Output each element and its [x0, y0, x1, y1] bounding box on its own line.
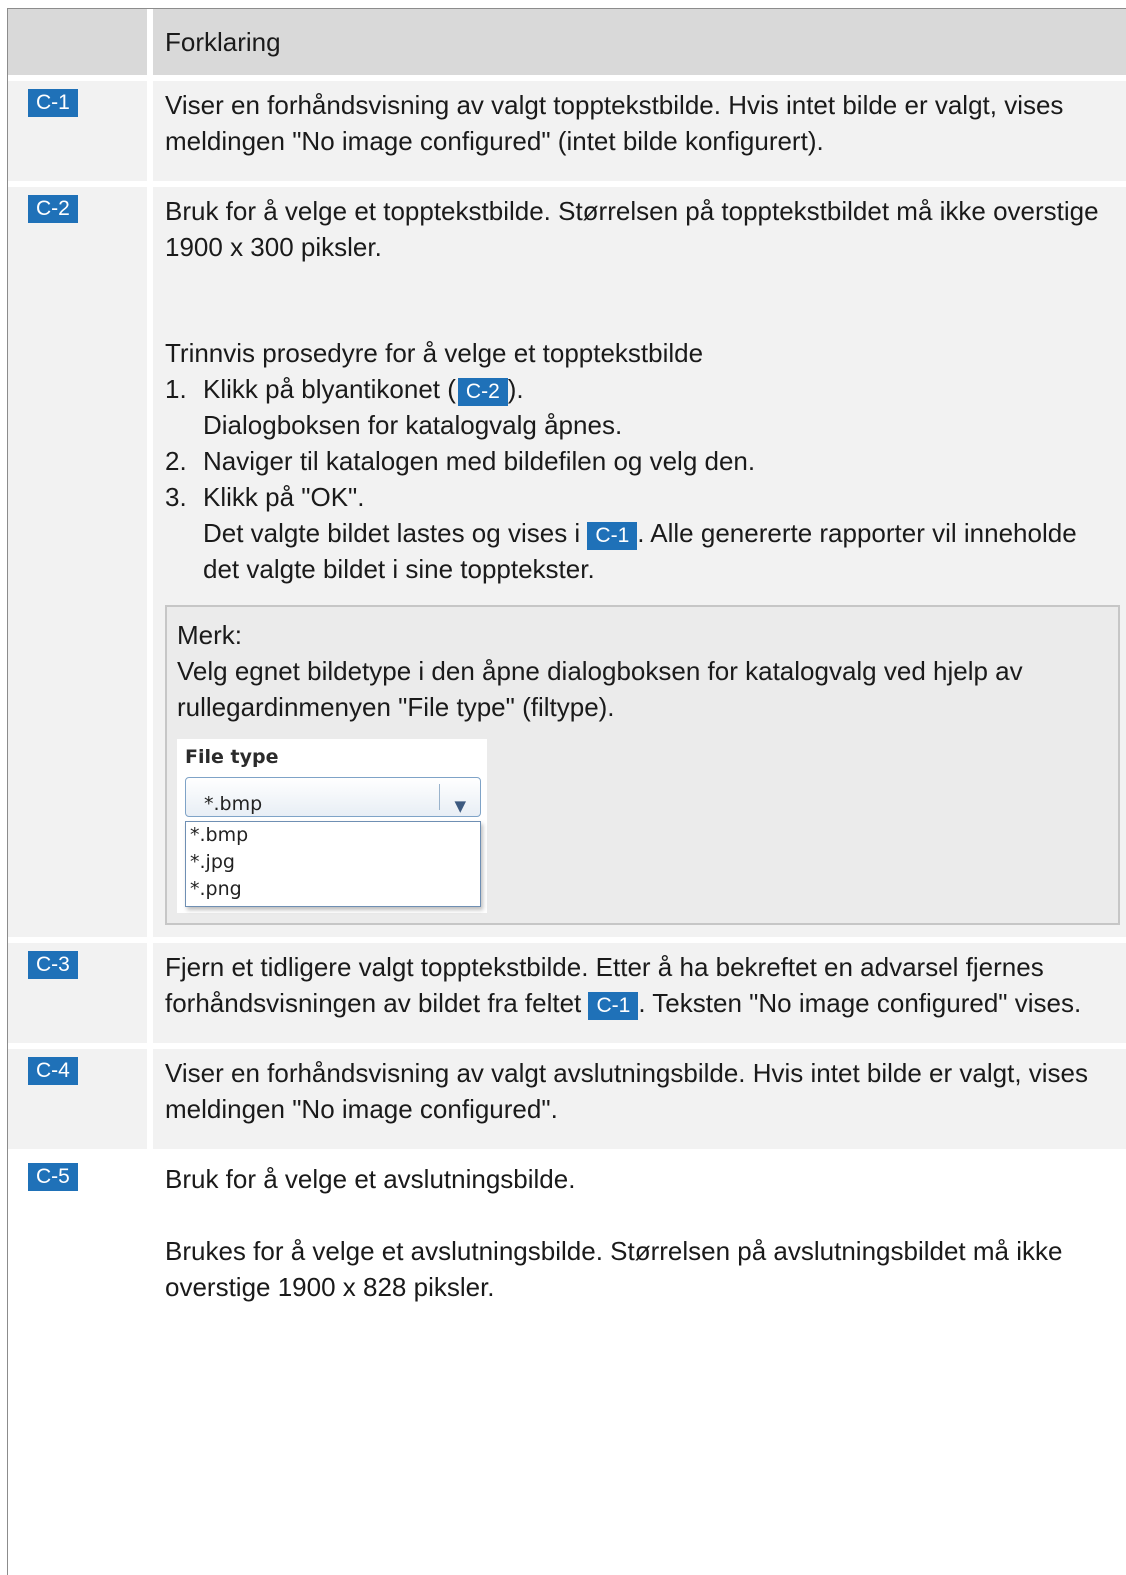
badge-c4: C-4 [28, 1057, 78, 1085]
row-id-cell: C-2 [8, 181, 153, 937]
row-text-cell: Bruk for å velge et topptekstbilde. Stør… [153, 181, 1126, 937]
row-text: Fjern et tidligere valgt topptekstbilde.… [165, 952, 1082, 1020]
row-text: Viser en forhåndsvisning av valgt toppte… [165, 90, 1064, 156]
step-item: 2. Naviger til katalogen med bildefilen … [165, 446, 756, 476]
row-id-cell: C-4 [8, 1043, 153, 1149]
row-intro: Bruk for å velge et topptekstbilde. Stør… [165, 196, 1099, 262]
badge-c1-inline: C-1 [587, 522, 638, 550]
file-type-label: File type [185, 746, 279, 768]
table-row: C-2 Bruk for å velge et topptekstbilde. … [8, 181, 1126, 937]
select-divider [439, 784, 440, 810]
table-row: C-3 Fjern et tidligere valgt topptekstbi… [8, 937, 1126, 1043]
table-row: C-1 Viser en forhåndsvisning av valgt to… [8, 75, 1126, 181]
file-type-option[interactable]: *.png [186, 876, 480, 903]
row-text-cell: Fjern et tidligere valgt topptekstbilde.… [153, 937, 1126, 1043]
step-item: 3. Klikk på "OK". Det valgte bildet last… [165, 482, 1077, 584]
row-text-cell: Bruk for å velge et avslutningsbilde. Br… [153, 1149, 1126, 1305]
file-type-option[interactable]: *.bmp [186, 822, 480, 849]
file-type-screenshot: File type *.bmp ▼ *.bmp *.jpg *.png [177, 739, 487, 913]
file-type-select[interactable]: *.bmp ▼ [185, 777, 481, 817]
badge-c5: C-5 [28, 1163, 78, 1191]
step-item: 1. Klikk på blyantikonet (C-2). Dialogbo… [165, 374, 623, 440]
badge-c3: C-3 [28, 951, 78, 979]
row-text-2: Brukes for å velge et avslutningsbilde. … [165, 1236, 1063, 1302]
badge-c1-inline: C-1 [588, 992, 639, 1020]
header-cell-id [8, 9, 153, 75]
table-row: C-5 Bruk for å velge et avslutningsbilde… [8, 1149, 1126, 1305]
row-text-cell: Viser en forhåndsvisning av valgt avslut… [153, 1043, 1126, 1149]
row-id-cell: C-5 [8, 1149, 153, 1305]
file-type-options: *.bmp *.jpg *.png [185, 821, 481, 907]
table-header-row: Forklaring [8, 9, 1126, 75]
row-text: Bruk for å velge et avslutningsbilde. [165, 1164, 576, 1194]
note-label: Merk: [177, 620, 242, 650]
row-text: Viser en forhåndsvisning av valgt avslut… [165, 1058, 1088, 1124]
procedure-title: Trinnvis prosedyre for å velge et toppte… [165, 338, 704, 368]
note-box: Merk: Velg egnet bildetype i den åpne di… [165, 605, 1120, 925]
row-id-cell: C-3 [8, 937, 153, 1043]
row-id-cell: C-1 [8, 75, 153, 181]
badge-c1: C-1 [28, 89, 78, 117]
header-cell-explanation: Forklaring [153, 9, 1126, 75]
file-type-selected-value: *.bmp [204, 793, 263, 815]
step-list: 1. Klikk på blyantikonet (C-2). Dialogbo… [165, 371, 1118, 587]
badge-c2-inline: C-2 [457, 378, 508, 406]
badge-c2: C-2 [28, 195, 78, 223]
legend-table: Forklaring C-1 Viser en forhåndsvisning … [8, 9, 1126, 1305]
chevron-down-icon[interactable]: ▼ [454, 788, 466, 824]
note-text: Velg egnet bildetype i den åpne dialogbo… [177, 656, 1023, 722]
row-text-cell: Viser en forhåndsvisning av valgt toppte… [153, 75, 1126, 181]
file-type-option[interactable]: *.jpg [186, 849, 480, 876]
table-row: C-4 Viser en forhåndsvisning av valgt av… [8, 1043, 1126, 1149]
